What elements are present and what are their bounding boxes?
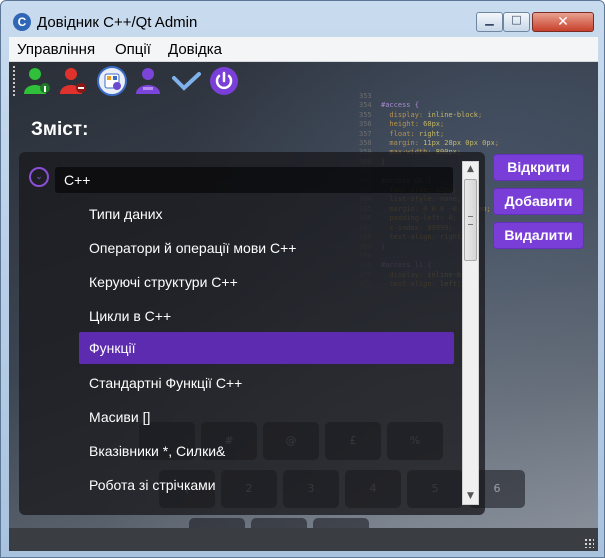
minimize-button[interactable]: ▁ — [476, 12, 503, 32]
chevron-down-icon[interactable]: ⌄ — [29, 167, 49, 187]
vertical-scrollbar[interactable]: ▲ ▼ — [462, 161, 479, 505]
toolbar-grip[interactable] — [13, 66, 18, 96]
maximize-button[interactable]: □ — [503, 12, 530, 32]
tree-item[interactable]: Масиви [] — [79, 401, 454, 433]
checkmark-icon[interactable] — [171, 66, 201, 96]
tree-item[interactable]: Вказівники *, Силки& — [79, 435, 454, 467]
status-bar — [9, 528, 598, 551]
scroll-down-arrow-icon[interactable]: ▼ — [463, 489, 478, 504]
window-title: Довідник C++/Qt Admin — [37, 14, 198, 31]
user-green-icon[interactable] — [23, 66, 53, 96]
resize-grip-icon[interactable] — [584, 538, 594, 548]
app-icon: C — [13, 13, 31, 31]
tree-item[interactable]: Оператори й операції мови C++ — [79, 232, 454, 264]
close-button[interactable]: ✕ — [532, 12, 594, 32]
app-window: C Довідник C++/Qt Admin ▁ □ ✕ Управління… — [0, 0, 605, 558]
user-red-icon[interactable] — [59, 66, 89, 96]
title-bar[interactable]: C Довідник C++/Qt Admin ▁ □ ✕ — [1, 1, 604, 37]
tree-item[interactable]: Робота зі стрічками — [79, 469, 454, 501]
tree-item[interactable]: Типи даних — [79, 198, 454, 230]
settings-panel-icon[interactable] — [97, 66, 127, 96]
delete-button[interactable]: Видалити — [493, 222, 584, 249]
tree-root-label[interactable]: C++ — [64, 172, 90, 188]
add-button[interactable]: Добавити — [493, 188, 584, 215]
menu-bar: Управління Опції Довідка — [9, 37, 598, 62]
power-icon[interactable] — [209, 66, 239, 96]
scroll-up-arrow-icon[interactable]: ▲ — [463, 162, 478, 177]
tree-item[interactable]: Цикли в C++ — [79, 300, 454, 332]
contents-heading: Зміст: — [31, 119, 89, 140]
tree-item[interactable]: Керуючі структури C++ — [79, 266, 454, 298]
client-area: Управління Опції Довідка 353 354 #access … — [9, 37, 598, 551]
tree-item[interactable]: Стандартні Функції C++ — [79, 367, 454, 399]
menu-management[interactable]: Управління — [17, 41, 95, 58]
tree-root-row[interactable] — [55, 167, 453, 193]
scroll-grip-icon — [468, 216, 473, 225]
user-purple-icon[interactable] — [133, 66, 163, 96]
contents-tree[interactable]: ⌄ C++ Типи даних Оператори й операції мо… — [19, 152, 485, 515]
scroll-thumb[interactable] — [464, 179, 477, 261]
toolbar — [9, 62, 598, 102]
menu-help[interactable]: Довідка — [168, 41, 222, 58]
menu-options[interactable]: Опції — [115, 41, 151, 58]
open-button[interactable]: Відкрити — [493, 154, 584, 181]
tree-item-selected[interactable]: Функції — [79, 332, 454, 364]
